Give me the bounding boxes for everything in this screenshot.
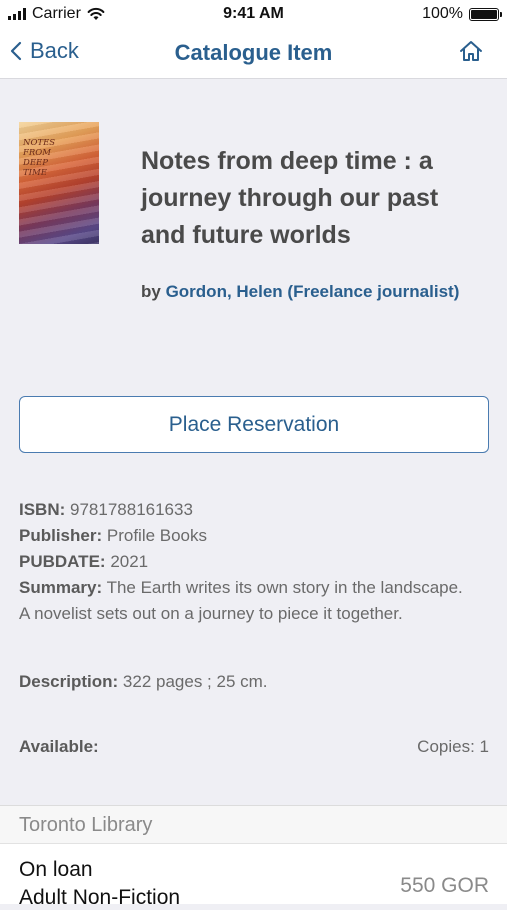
- isbn-label: ISBN:: [19, 500, 66, 519]
- pubdate-label: PUBDATE:: [19, 552, 106, 571]
- copies-count: Copies: 1: [417, 737, 489, 756]
- status-bar: Carrier 9:41 AM 100%: [0, 0, 507, 30]
- pubdate-value: 2021: [110, 552, 149, 571]
- cover-line: NOTES: [23, 138, 56, 148]
- cover-line: TIME: [23, 168, 47, 178]
- holding-status: On loan: [19, 858, 93, 881]
- battery-percent: 100%: [422, 5, 463, 22]
- description-row: Description: 322 pages ; 25 cm.: [19, 669, 268, 695]
- publisher-value: Profile Books: [106, 526, 208, 545]
- author-link[interactable]: Gordon, Helen (Freelance journalist): [166, 282, 460, 301]
- item-title: Notes from deep time : a journey through…: [141, 147, 439, 249]
- library-section-header: Toronto Library: [0, 805, 507, 844]
- navigation-bar: Back Catalogue Item: [0, 30, 507, 79]
- home-icon: [460, 41, 482, 61]
- by-label: by: [141, 282, 161, 301]
- isbn-row: ISBN: 9781788161633: [19, 497, 469, 523]
- holding-collection: Adult Non-Fiction: [19, 886, 181, 909]
- available-label: Available:: [19, 737, 99, 756]
- back-button[interactable]: Back: [10, 38, 79, 64]
- isbn-value: 9781788161633: [70, 500, 193, 519]
- summary-row: Summary: The Earth writes its own story …: [19, 575, 469, 627]
- summary-label: Summary:: [19, 578, 103, 597]
- cover-line: DEEP: [23, 158, 48, 168]
- home-button[interactable]: [459, 40, 483, 67]
- library-name: Toronto Library: [19, 814, 153, 836]
- item-details: ISBN: 9781788161633 Publisher: Profile B…: [19, 497, 469, 627]
- place-reservation-button[interactable]: Place Reservation: [19, 396, 489, 453]
- publisher-label: Publisher:: [19, 526, 103, 545]
- cover-title-art: NOTES FROM DEEP TIME: [23, 138, 63, 178]
- back-label: Back: [30, 38, 79, 63]
- description-label: Description:: [19, 672, 119, 691]
- cover-line: FROM: [23, 148, 51, 158]
- battery-icon: [469, 7, 502, 21]
- author-line: by Gordon, Helen (Freelance journalist): [141, 279, 461, 304]
- book-cover-image: NOTES FROM DEEP TIME: [19, 122, 99, 244]
- description-value: 322 pages ; 25 cm.: [122, 672, 268, 691]
- publisher-row: Publisher: Profile Books: [19, 523, 469, 549]
- status-right: 100%: [422, 5, 502, 23]
- chevron-left-icon: [10, 41, 22, 61]
- holding-row[interactable]: On loan Adult Non-Fiction 550 GOR: [0, 843, 507, 909]
- holding-call-number: 550 GOR: [400, 874, 489, 897]
- pubdate-row: PUBDATE: 2021: [19, 549, 469, 575]
